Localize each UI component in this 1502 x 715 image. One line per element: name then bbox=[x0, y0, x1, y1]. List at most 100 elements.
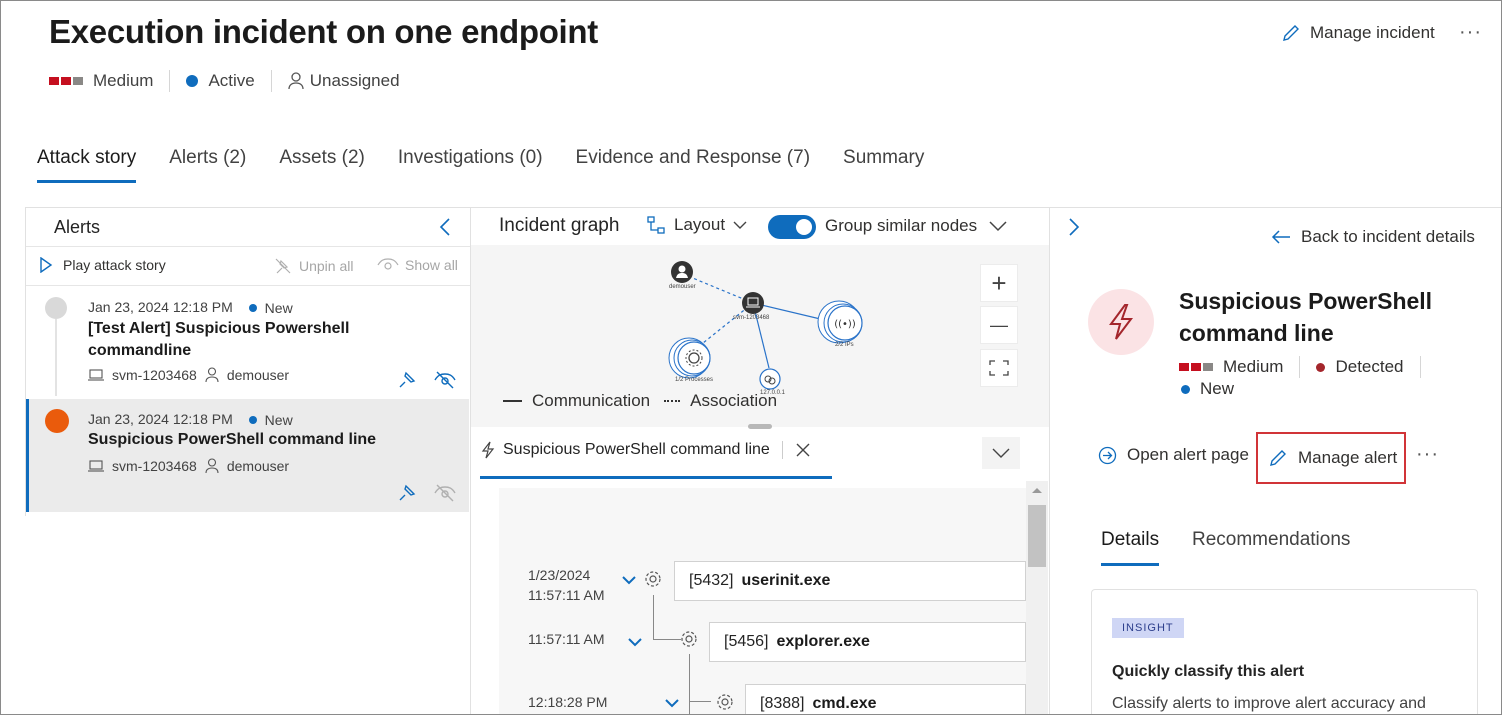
process-node[interactable] bbox=[668, 337, 711, 379]
collapse-left-icon[interactable] bbox=[438, 217, 452, 237]
arrow-left-icon bbox=[1271, 229, 1291, 245]
alert-severity-dot-icon bbox=[45, 297, 67, 319]
tab-evidence-response[interactable]: Evidence and Response (7) bbox=[576, 147, 810, 183]
scrollbar[interactable] bbox=[1026, 481, 1048, 714]
close-icon[interactable] bbox=[795, 442, 811, 458]
manage-alert-button[interactable]: Manage alert bbox=[1256, 432, 1406, 484]
status-dot-icon bbox=[1181, 384, 1190, 394]
alert-severity-dot-icon bbox=[45, 409, 69, 433]
tab-assets[interactable]: Assets (2) bbox=[279, 147, 365, 183]
device-node[interactable] bbox=[742, 292, 764, 314]
pencil-icon bbox=[1281, 23, 1301, 43]
layout-dropdown[interactable]: Layout bbox=[646, 215, 747, 235]
resize-handle[interactable] bbox=[748, 424, 772, 429]
user-name: demouser bbox=[226, 367, 290, 383]
show-all-button[interactable]: Show all bbox=[377, 257, 458, 273]
process-tree-tab[interactable]: Suspicious PowerShell command line bbox=[481, 441, 811, 459]
alert-card[interactable]: Jan 23, 2024 12:18 PM New [Test Alert] S… bbox=[26, 286, 469, 398]
process-name: explorer.exe bbox=[776, 633, 870, 650]
severity-bars-icon bbox=[1179, 363, 1213, 371]
device-node-label: svm-1203468 bbox=[733, 315, 770, 321]
chevron-down-icon[interactable] bbox=[622, 575, 636, 585]
unpin-icon bbox=[273, 257, 293, 275]
device-icon bbox=[88, 460, 104, 472]
alert-detection: Detected bbox=[1335, 357, 1404, 376]
tab-attack-story[interactable]: Attack story bbox=[37, 147, 137, 183]
layout-label: Layout bbox=[674, 215, 726, 234]
play-attack-story-button[interactable]: Play attack story bbox=[39, 257, 166, 273]
dotted-line-icon bbox=[664, 400, 681, 402]
ip-node-label: 2/2 IPs bbox=[835, 342, 854, 348]
collapse-right-icon[interactable] bbox=[1068, 217, 1080, 237]
alert-severity: Medium bbox=[1223, 357, 1284, 376]
process-name: cmd.exe bbox=[812, 695, 877, 712]
open-alert-label: Open alert page bbox=[1127, 445, 1249, 464]
process-time: 11:57:11 AM bbox=[528, 631, 605, 647]
chevron-down-icon[interactable] bbox=[665, 698, 679, 708]
insight-text: Classify alerts to improve alert accurac… bbox=[1112, 695, 1426, 712]
tab-details[interactable]: Details bbox=[1101, 529, 1160, 566]
open-alert-page-button[interactable]: Open alert page bbox=[1098, 445, 1249, 465]
tab-alerts[interactable]: Alerts (2) bbox=[169, 147, 246, 183]
alert-title-cont: commandline bbox=[88, 342, 192, 359]
ip-node[interactable]: ((•)) bbox=[817, 300, 863, 344]
alert-status: New bbox=[248, 300, 293, 316]
chevron-down-icon[interactable] bbox=[988, 219, 1008, 233]
minus-icon: — bbox=[990, 314, 1008, 335]
alert-detail-title: Suspicious PowerShell command line bbox=[1179, 288, 1433, 346]
tab-recommendations[interactable]: Recommendations bbox=[1192, 529, 1350, 551]
scrollbar-thumb[interactable] bbox=[1028, 505, 1046, 567]
alert-lightning-icon bbox=[1088, 289, 1154, 355]
chevron-down-icon bbox=[991, 447, 1011, 459]
gear-icon bbox=[715, 692, 735, 712]
hide-icon[interactable] bbox=[434, 371, 456, 389]
process-time: 12:18:28 PM bbox=[528, 694, 608, 710]
process-node-userinit[interactable]: [5432] userinit.exe bbox=[674, 561, 1026, 601]
group-similar-toggle[interactable] bbox=[768, 215, 816, 239]
play-icon bbox=[39, 257, 53, 273]
alert-more-button[interactable]: ··· bbox=[1416, 443, 1439, 466]
process-node-cmd[interactable]: [8388] cmd.exe bbox=[745, 684, 1026, 714]
alert-card-selected[interactable]: Jan 23, 2024 12:18 PM New Suspicious Pow… bbox=[26, 399, 469, 512]
hide-icon[interactable] bbox=[434, 484, 456, 502]
severity-label: Medium bbox=[93, 71, 154, 90]
expand-panel-button[interactable] bbox=[982, 437, 1020, 469]
person-icon bbox=[288, 72, 304, 90]
legend-association: Association bbox=[690, 391, 778, 410]
device-name: svm-1203468 bbox=[112, 367, 197, 383]
incident-tabs: Attack story Alerts (2) Assets (2) Inves… bbox=[37, 147, 924, 183]
layout-icon bbox=[646, 215, 666, 235]
insight-card: INSIGHT Quickly classify this alert Clas… bbox=[1091, 589, 1478, 714]
process-pid: [5456] bbox=[724, 633, 769, 650]
zoom-out-button[interactable]: — bbox=[980, 306, 1018, 344]
pin-icon[interactable] bbox=[397, 483, 417, 503]
divider bbox=[25, 207, 1501, 208]
scroll-up-icon[interactable] bbox=[1031, 486, 1043, 494]
incident-more-button[interactable]: ··· bbox=[1459, 21, 1482, 44]
manage-alert-label: Manage alert bbox=[1298, 448, 1398, 467]
manage-incident-button[interactable]: Manage incident bbox=[1281, 23, 1435, 43]
chevron-down-icon bbox=[733, 220, 747, 230]
process-node-explorer[interactable]: [5456] explorer.exe bbox=[709, 622, 1026, 662]
gear-icon bbox=[643, 569, 663, 589]
user-icon bbox=[205, 458, 219, 474]
unpin-all-button[interactable]: Unpin all bbox=[273, 257, 353, 275]
alert-title: [Test Alert] Suspicious Powershell bbox=[88, 320, 350, 337]
detected-dot-icon bbox=[1316, 362, 1326, 372]
alert-title: Suspicious PowerShell command line bbox=[88, 431, 377, 448]
back-to-incident-link[interactable]: Back to incident details bbox=[1271, 227, 1475, 247]
process-date: 1/23/2024 bbox=[528, 567, 591, 583]
localhost-node[interactable] bbox=[759, 368, 781, 390]
tab-summary[interactable]: Summary bbox=[843, 147, 924, 183]
user-name: demouser bbox=[226, 458, 290, 474]
tab-investigations[interactable]: Investigations (0) bbox=[398, 147, 543, 183]
user-node[interactable] bbox=[671, 261, 693, 283]
group-similar-label: Group similar nodes bbox=[825, 216, 978, 235]
zoom-in-button[interactable]: + bbox=[980, 264, 1018, 302]
pin-icon[interactable] bbox=[397, 370, 417, 390]
fit-screen-button[interactable] bbox=[980, 349, 1018, 387]
assignee-label: Unassigned bbox=[309, 71, 400, 90]
chevron-down-icon[interactable] bbox=[628, 637, 642, 647]
manage-incident-label: Manage incident bbox=[1310, 23, 1435, 42]
insight-title: Quickly classify this alert bbox=[1112, 663, 1305, 680]
